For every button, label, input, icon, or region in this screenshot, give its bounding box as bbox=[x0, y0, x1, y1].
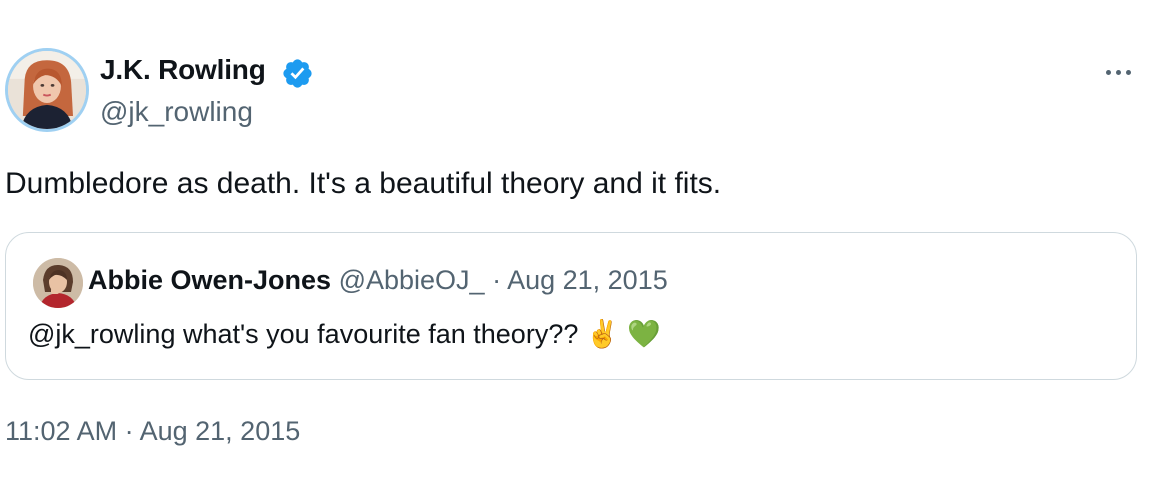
tweet-footer: 11:02 AM · Aug 21, 2015 bbox=[5, 416, 300, 447]
footer-separator: · bbox=[124, 416, 134, 446]
more-dot-icon bbox=[1115, 69, 1121, 75]
more-dot-icon bbox=[1105, 69, 1111, 75]
verified-badge-icon bbox=[283, 59, 312, 88]
quote-separator: · bbox=[492, 265, 502, 295]
quote-author-handle[interactable]: @AbbieOJ_ bbox=[339, 265, 485, 295]
tweet-date[interactable]: Aug 21, 2015 bbox=[140, 416, 301, 446]
quote-text-line: @jk_rowling what's you favourite fan the… bbox=[28, 318, 661, 350]
quote-avatar-photo-icon bbox=[33, 258, 83, 308]
tweet-time[interactable]: 11:02 AM bbox=[5, 416, 117, 446]
avatar-photo-icon bbox=[8, 51, 86, 129]
quote-text: @jk_rowling what's you favourite fan the… bbox=[28, 319, 579, 349]
quote-author-avatar[interactable] bbox=[33, 258, 83, 308]
author-name[interactable]: J.K. Rowling bbox=[100, 54, 266, 86]
author-avatar[interactable] bbox=[5, 48, 89, 132]
quote-author-name[interactable]: Abbie Owen-Jones bbox=[88, 265, 331, 295]
more-options-button[interactable] bbox=[1098, 58, 1138, 86]
victory-hand-emoji-icon: ✌️ bbox=[585, 319, 620, 349]
tweet-text: Dumbledore as death. It's a beautiful th… bbox=[5, 167, 722, 200]
more-dot-icon bbox=[1125, 69, 1131, 75]
green-heart-emoji-icon: 💚 bbox=[627, 319, 661, 349]
author-handle[interactable]: @jk_rowling bbox=[100, 96, 253, 128]
quoted-tweet[interactable]: Abbie Owen-Jones @AbbieOJ_ · Aug 21, 201… bbox=[5, 232, 1137, 380]
quote-date[interactable]: Aug 21, 2015 bbox=[507, 265, 668, 295]
tweet: J.K. Rowling @jk_rowling Dumbledore as d… bbox=[0, 0, 1150, 480]
quote-header: Abbie Owen-Jones @AbbieOJ_ · Aug 21, 201… bbox=[88, 265, 668, 296]
